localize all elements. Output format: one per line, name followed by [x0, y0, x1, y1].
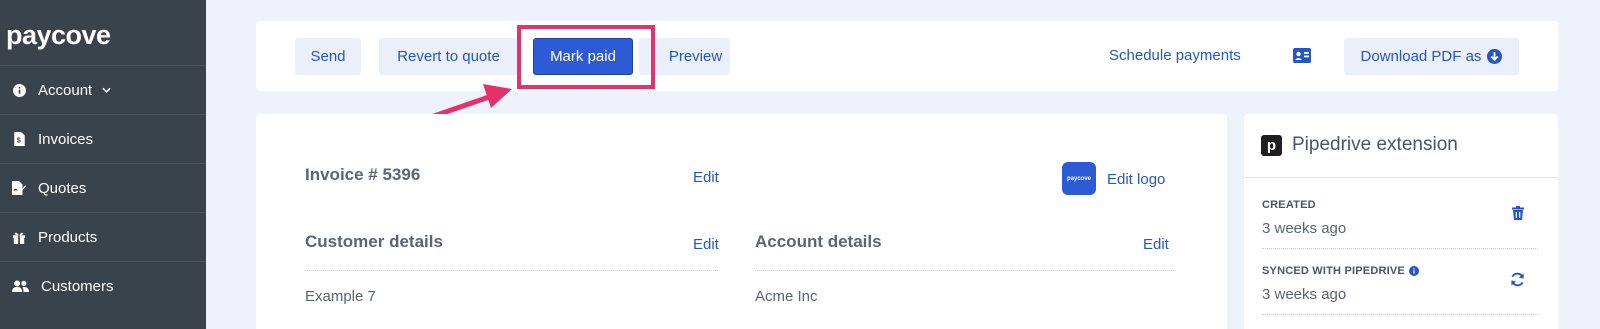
synced-value: 3 weeks ago — [1262, 286, 1347, 303]
sync-refresh-icon[interactable] — [1509, 271, 1525, 287]
edit-invoice-number-link[interactable]: Edit — [693, 169, 719, 186]
account-details-title: Account details — [755, 232, 882, 251]
invoice-number: Invoice # 5396 — [305, 165, 421, 184]
divider — [755, 270, 1176, 271]
created-value: 3 weeks ago — [1262, 220, 1347, 237]
created-label: CREATED — [1262, 199, 1316, 211]
pipedrive-extension-card: p Pipedrive extension CREATED 3 weeks ag… — [1244, 114, 1558, 329]
divider — [1262, 248, 1538, 249]
synced-label: SYNCED WITH PIPEDRIVE — [1262, 265, 1405, 277]
company-logo[interactable]: paycove — [1062, 162, 1096, 195]
invoice-card: Invoice # 5396 Edit paycove Edit logo Cu… — [256, 114, 1227, 329]
pipedrive-title: Pipedrive extension — [1292, 134, 1458, 155]
edit-account-link[interactable]: Edit — [1143, 236, 1169, 253]
customer-details-title: Customer details — [305, 232, 443, 251]
info-circle-icon[interactable] — [1408, 266, 1419, 276]
synced-label-row: SYNCED WITH PIPEDRIVE — [1262, 265, 1419, 277]
pipedrive-header: p Pipedrive extension — [1244, 114, 1558, 178]
trash-icon[interactable] — [1510, 205, 1526, 221]
customer-name: Example 7 — [305, 288, 376, 305]
divider — [305, 270, 718, 271]
account-name: Acme Inc — [755, 288, 818, 305]
edit-customer-link[interactable]: Edit — [693, 236, 719, 253]
edit-logo-link[interactable]: Edit logo — [1107, 171, 1165, 188]
pipedrive-logo-icon: p — [1261, 135, 1282, 156]
divider — [1262, 314, 1538, 315]
